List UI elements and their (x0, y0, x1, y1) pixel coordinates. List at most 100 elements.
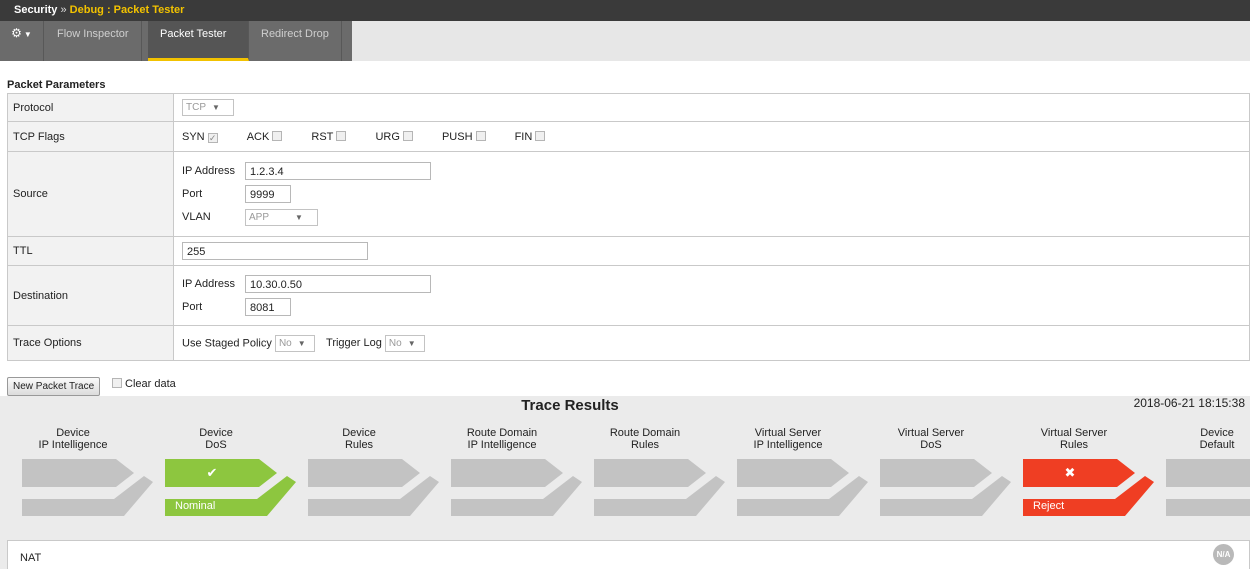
stage-arrow (22, 459, 153, 516)
stage-label-line2: Rules (344, 439, 374, 451)
stage-label-line2: IP Intelligence (38, 439, 108, 451)
breadcrumb-root[interactable]: Security (14, 4, 57, 16)
stage-arrow (737, 459, 868, 516)
protocol-select[interactable]: TCP ▼ (182, 99, 234, 116)
stage-label: Device Rules (296, 427, 422, 451)
chevron-down-icon: ▼ (295, 212, 303, 222)
section-title-packet-parameters: Packet Parameters (7, 79, 106, 91)
packet-parameters-table: Protocol TCP ▼ TCP Flags SYN ✓ ACK RST URG… (7, 93, 1250, 361)
stage-label-line2: Rules (630, 439, 660, 451)
stage-label: Device IP Intelligence (10, 427, 136, 451)
ttl-input[interactable]: 255 (182, 242, 368, 260)
tab-flow-inspector[interactable]: Flow Inspector (45, 21, 142, 61)
check-icon: ✔ (206, 465, 218, 480)
stage-label-line1: Virtual Server (1040, 427, 1108, 439)
stage-label: Virtual Server DoS (868, 427, 994, 451)
breadcrumb: Security » Debug : Packet Tester (0, 0, 1250, 21)
trace-results-title: Trace Results (521, 397, 619, 414)
flag-urg-label: URG (375, 130, 400, 143)
source-group: IP Address 1.2.3.4 Port 9999 VLAN APP ▼ (173, 151, 1250, 237)
stage-arrow-upper (1166, 459, 1250, 487)
stage-label-line1: Device (199, 427, 233, 439)
stage-arrow-upper (451, 459, 563, 487)
source-ip-label: IP Address (182, 165, 235, 177)
stage-label-line1: Device (342, 427, 376, 439)
flag-push-label: PUSH (441, 130, 473, 143)
breadcrumb-separator: » (60, 4, 67, 16)
flag-ack-checkbox[interactable] (272, 130, 283, 141)
nat-row: NAT (7, 540, 1250, 569)
source-ip-input[interactable]: 1.2.3.4 (245, 162, 431, 180)
destination-ip-input[interactable]: 10.30.0.50 (245, 275, 431, 293)
flag-rst-checkbox[interactable] (336, 130, 347, 141)
stage-label: Device Default (1154, 427, 1250, 451)
tab-bar: ⚙ ▼ Flow Inspector Packet Tester Redirect… (0, 21, 1250, 61)
source-port-input[interactable]: 9999 (245, 185, 291, 203)
tcp-flags-label: TCP Flags (7, 121, 174, 152)
destination-port-input[interactable]: 8081 (245, 298, 291, 316)
clear-data-checkbox[interactable] (112, 378, 122, 388)
use-staged-policy-select[interactable]: No ▼ (274, 334, 315, 352)
trigger-log-select[interactable]: No ▼ (384, 334, 425, 352)
flag-ack-label: ACK (246, 130, 270, 143)
destination-label: Destination (7, 265, 174, 326)
protocol-label: Protocol (7, 93, 174, 122)
source-label: Source (7, 151, 174, 237)
stage-label-line1: Virtual Server (754, 427, 822, 439)
source-vlan-label: VLAN (182, 211, 211, 223)
stage-label: Virtual Server IP Intelligence (725, 427, 851, 451)
stage-label-line1: Route Domain (609, 427, 681, 439)
new-packet-trace-button[interactable]: New Packet Trace (7, 377, 101, 396)
flag-rst-label: RST (311, 130, 334, 143)
chevron-down-icon: ▼ (297, 338, 306, 348)
flag-fin-checkbox[interactable] (535, 130, 546, 141)
x-icon: ✖ (1064, 465, 1076, 480)
use-staged-policy-value: No (278, 337, 292, 349)
gear-icon: ⚙ (11, 26, 22, 40)
stage-status: Nominal (175, 500, 216, 512)
stage-arrow-upper (22, 459, 134, 487)
stage-label: Route Domain Rules (582, 427, 708, 451)
source-vlan-select[interactable]: APP ▼ (245, 208, 318, 226)
flag-push-checkbox[interactable] (475, 130, 486, 141)
stage-label-line1: Virtual Server (897, 427, 965, 439)
chevron-down-icon: ▼ (212, 103, 220, 112)
trace-options-label: Trace Options (7, 325, 174, 361)
protocol-value: TCP (186, 102, 206, 113)
tab-packet-tester[interactable]: Packet Tester (148, 21, 249, 61)
tcp-flags-group: SYN ✓ ACK RST URG PUSH FIN (173, 121, 1250, 152)
stage-label-line1: Device (1200, 427, 1234, 439)
stage-arrow-upper (880, 459, 992, 487)
trace-timestamp: 2018-06-21 18:15:38 (1133, 396, 1245, 410)
destination-ip-label: IP Address (182, 278, 235, 290)
flag-urg-checkbox[interactable] (402, 130, 413, 141)
stage-arrow (594, 459, 725, 516)
breadcrumb-current: Debug : Packet Tester (69, 4, 185, 16)
trace-options-group: Use Staged Policy No ▼ Trigger Log No ▼ (173, 325, 1250, 361)
stage-label-line2: Default (1199, 439, 1235, 451)
chevron-down-icon: ▼ (407, 338, 416, 348)
tab-redirect-drop[interactable]: Redirect Drop (249, 21, 342, 61)
settings-menu-button[interactable]: ⚙ ▼ (0, 21, 44, 61)
stage-label-line2: Rules (1059, 439, 1089, 451)
stage-label: Virtual Server Rules (1011, 427, 1137, 451)
clear-data-option: Clear data (112, 378, 176, 390)
stage-arrow (308, 459, 439, 516)
use-staged-policy-label: Use Staged Policy (182, 336, 272, 349)
flag-fin-label: FIN (514, 130, 533, 143)
tab-strip: ⚙ ▼ Flow Inspector Packet Tester Redirect… (0, 21, 352, 61)
stage-arrow-upper (594, 459, 706, 487)
stage-label-line2: IP Intelligence (467, 439, 537, 451)
stage-arrow (880, 459, 1011, 516)
destination-port-label: Port (182, 301, 203, 313)
stage-label-line2: DoS (205, 439, 227, 451)
flag-syn-checkbox[interactable]: ✓ (207, 132, 218, 143)
stage-label-line2: DoS (920, 439, 942, 451)
stage-label-line1: Route Domain (466, 427, 538, 439)
nat-status-badge: N/A (1213, 544, 1234, 565)
stage-label: Route Domain IP Intelligence (439, 427, 565, 451)
stage-status: Reject (1033, 500, 1065, 512)
stage-arrow-lower (1166, 499, 1250, 516)
stage-label-line1: Device (56, 427, 90, 439)
nat-label: NAT (20, 552, 42, 564)
